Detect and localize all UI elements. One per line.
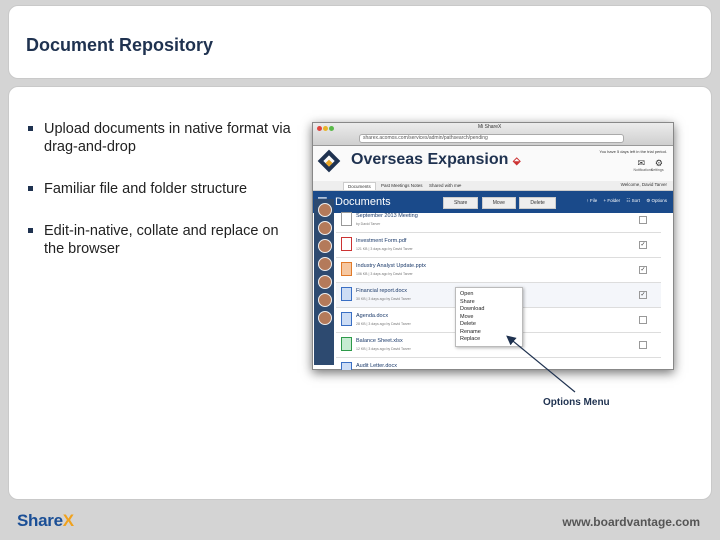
- docx-file-icon: [341, 362, 352, 370]
- menu-item-rename[interactable]: Rename: [460, 329, 518, 337]
- table-row[interactable]: Investment Form.pdf 121 KB | 3 days ago …: [336, 233, 661, 258]
- file-name[interactable]: Balance Sheet.xlsx: [356, 338, 403, 344]
- table-row[interactable]: Industry Analyst Update.pptx 106 KB | 3 …: [336, 258, 661, 283]
- bullet-list: Upload documents in native format via dr…: [28, 120, 298, 282]
- file-name[interactable]: Financial report.docx: [356, 288, 407, 294]
- row-checkbox[interactable]: ✓: [639, 291, 647, 299]
- menu-item-move[interactable]: Move: [460, 314, 518, 322]
- content-panel: Upload documents in native format via dr…: [8, 86, 712, 500]
- bullet-item: Upload documents in native format via dr…: [28, 120, 298, 156]
- avatar[interactable]: [318, 221, 332, 235]
- menu-item-delete[interactable]: Delete: [460, 321, 518, 329]
- workspace-tabs: Documents Past Meetings Notes Shared wit…: [313, 181, 673, 191]
- member-avatar-rail: [314, 199, 334, 365]
- options-context-menu: Open Share Download Move Delete Rename R…: [455, 287, 523, 347]
- avatar[interactable]: [318, 257, 332, 271]
- title-panel: Document Repository: [8, 5, 712, 79]
- add-tab-button[interactable]: +: [455, 182, 466, 189]
- settings-gear-icon[interactable]: ⚙ Settings: [651, 158, 664, 172]
- avatar[interactable]: [318, 275, 332, 289]
- pdf-file-icon: [341, 237, 352, 251]
- document-icon: [341, 212, 352, 226]
- callout-label: Options Menu: [543, 397, 610, 408]
- toolbar-actions: ↑ File + Folder ☷ Sort ⚙ Options: [581, 198, 667, 204]
- xlsx-file-icon: [341, 337, 352, 351]
- menu-item-open[interactable]: Open: [460, 291, 518, 299]
- avatar[interactable]: [318, 311, 332, 325]
- bullet-item: Familiar file and folder structure: [28, 180, 298, 198]
- file-name[interactable]: Audit Letter.docx: [356, 363, 397, 369]
- website-url: www.boardvantage.com: [562, 515, 700, 529]
- avatar[interactable]: [318, 203, 332, 217]
- table-row[interactable]: September 2013 Meeting by David Tarver: [336, 208, 661, 233]
- row-checkbox[interactable]: ✓: [639, 241, 647, 249]
- file-meta: 30 KB | 3 days ago by David Tarver: [356, 297, 411, 301]
- browser-chrome: Mi ShareX sharex.acomos.com/services/adm…: [313, 123, 673, 146]
- file-meta: 28 KB | 3 days ago by David Tarver: [356, 322, 411, 326]
- docx-file-icon: [341, 312, 352, 326]
- app-header: Overseas Expansion ⬙ You have 5 days lef…: [313, 146, 673, 181]
- slide-footer: ShareX www.boardvantage.com: [0, 500, 720, 540]
- tab-past-meetings[interactable]: Past Meetings Notes: [377, 182, 427, 189]
- file-meta: by David Tarver: [356, 222, 381, 226]
- file-meta: 121 KB | 3 days ago by David Tarver: [356, 247, 413, 251]
- file-name[interactable]: Industry Analyst Update.pptx: [356, 263, 426, 269]
- menu-item-replace[interactable]: Replace: [460, 336, 518, 344]
- window-controls[interactable]: [317, 126, 335, 133]
- notifications-icon[interactable]: ✉ Notifications: [633, 158, 652, 172]
- avatar[interactable]: [318, 239, 332, 253]
- section-title: Documents: [335, 196, 391, 208]
- sharex-logo: ShareX: [17, 511, 74, 530]
- trial-notice: You have 5 days left in the trial period…: [599, 149, 667, 154]
- sort-button[interactable]: ☷ Sort: [626, 198, 640, 203]
- new-folder-button[interactable]: + Folder: [603, 198, 620, 203]
- file-meta: 12 KB | 3 days ago by David Tarver: [356, 347, 411, 351]
- file-name[interactable]: Agenda.docx: [356, 313, 388, 319]
- row-checkbox[interactable]: [639, 341, 647, 349]
- options-button[interactable]: ⚙ Options: [646, 198, 667, 203]
- url-bar[interactable]: sharex.acomos.com/services/admin/pathsea…: [359, 134, 624, 143]
- row-checkbox[interactable]: [639, 216, 647, 224]
- row-checkbox[interactable]: ✓: [639, 266, 647, 274]
- avatar[interactable]: [318, 293, 332, 307]
- row-checkbox[interactable]: [639, 316, 647, 324]
- tab-documents[interactable]: Documents: [343, 182, 376, 190]
- file-name[interactable]: Investment Form.pdf: [356, 238, 406, 244]
- browser-tab-title[interactable]: Mi ShareX: [478, 124, 501, 130]
- menu-item-download[interactable]: Download: [460, 306, 518, 314]
- pptx-file-icon: [341, 262, 352, 276]
- slide-title: Document Repository: [26, 35, 214, 55]
- file-name[interactable]: September 2013 Meeting: [356, 213, 418, 219]
- bullet-item: Edit-in-native, collate and replace on t…: [28, 222, 298, 258]
- file-meta: 106 KB | 3 days ago by David Tarver: [356, 272, 413, 276]
- app-logo-icon: [317, 149, 341, 173]
- table-row[interactable]: Audit Letter.docx: [336, 358, 661, 370]
- menu-item-share[interactable]: Share: [460, 299, 518, 307]
- welcome-text: Welcome, David Tarver: [620, 182, 667, 187]
- workspace-title[interactable]: Overseas Expansion ⬙: [351, 151, 521, 169]
- docx-file-icon: [341, 287, 352, 301]
- upload-file-button[interactable]: ↑ File: [586, 198, 597, 203]
